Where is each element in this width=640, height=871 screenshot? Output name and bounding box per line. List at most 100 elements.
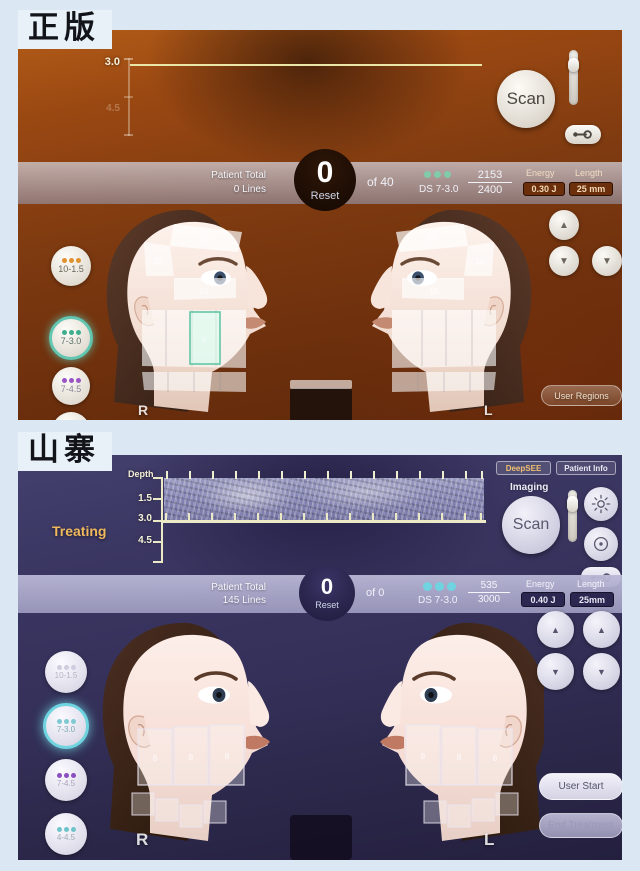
genuine-transducer-7-4-5[interactable]: 7-4.5 (52, 367, 90, 405)
fake-line-counter: 0 (320, 574, 334, 599)
fake-length-label: Length (577, 579, 605, 589)
fake-transducer-7-3-0[interactable]: 7-3.0 (43, 703, 89, 749)
genuine-badge: 正版 (18, 10, 112, 49)
fake-depth-title: Depth (128, 469, 154, 479)
genuine-patient-total-label: Patient Total (211, 170, 266, 181)
svg-text:10: 10 (476, 257, 485, 266)
genuine-depth-label-3: 3.0 (104, 56, 120, 68)
fake-depth-tick-1: 1.5 (138, 493, 152, 504)
fake-transducer-readout: DS 7-3.0 (418, 595, 458, 606)
fake-face-diagram: 8 8 8 8 8 8 (94, 615, 544, 860)
genuine-screen-surface: 3.0 4.5 Scan Patient Total 0 Lines of 40… (18, 30, 622, 420)
genuine-treatment-line (130, 64, 482, 66)
genuine-line-counter: 0 (316, 156, 334, 189)
fake-imaging-label: Imaging (510, 482, 549, 493)
genuine-of-total: of 40 (367, 175, 394, 189)
fake-transducer-7-3-0-label: 7-3.0 (56, 724, 76, 734)
fake-lines-max: 3000 (477, 594, 501, 605)
svg-text:15: 15 (430, 287, 439, 296)
fake-transducer-7-4-5-label: 7-4.5 (56, 778, 76, 788)
fake-transducer-7-4-5[interactable]: 7-4.5 (45, 759, 87, 801)
svg-text:8: 8 (153, 754, 158, 763)
genuine-transducer-7-3-0[interactable]: 7-3.0 (49, 316, 93, 360)
fake-transducer-10-1-5[interactable]: 10-1.5 (45, 651, 87, 693)
brightness-icon[interactable] (584, 487, 618, 521)
genuine-length-value[interactable]: 25 mm (569, 182, 613, 196)
genuine-arrow-up-button[interactable]: ▲ (549, 210, 579, 240)
fake-arrow-up-button-left[interactable]: ▲ (537, 611, 574, 648)
fake-user-start-button[interactable]: User Start (539, 773, 622, 800)
genuine-transducer-status-dots (424, 171, 451, 178)
genuine-patient-total: Patient Total 0 Lines (168, 169, 266, 197)
fake-gain-slider[interactable] (567, 490, 578, 542)
genuine-transducer-10-1-5[interactable]: 10-1.5 (51, 246, 91, 286)
genuine-energy-value[interactable]: 0.30 J (523, 182, 565, 196)
fake-side-letter-r: R (136, 830, 149, 849)
genuine-device-screen: 3.0 4.5 Scan Patient Total 0 Lines of 40… (18, 30, 622, 420)
fake-lines-fraction: 535 3000 (468, 580, 510, 605)
wrench-icon[interactable] (565, 125, 601, 144)
genuine-lines-max: 2400 (477, 184, 503, 196)
fake-screen-surface: DeepSEE Patient Info Treating Depth 1.5 … (18, 455, 622, 860)
fake-energy-label: Energy (526, 579, 555, 589)
fake-transducer-4-4-5-label: 4-4.5 (56, 832, 76, 842)
fake-depth-tick-3: 4.5 (138, 535, 152, 546)
svg-text:8: 8 (421, 752, 426, 761)
genuine-user-regions-button[interactable]: User Regions (541, 385, 622, 406)
genuine-lines-used: 2153 (468, 169, 512, 183)
fake-transducer-10-1-5-label: 10-1.5 (54, 670, 78, 680)
svg-text:10: 10 (154, 257, 163, 266)
svg-text:8: 8 (189, 753, 194, 762)
fake-arrow-up-button-right[interactable]: ▲ (583, 611, 620, 648)
genuine-transducer-7-3-0-label: 7-3.0 (60, 336, 82, 346)
svg-text:8: 8 (493, 754, 498, 763)
genuine-patient-total-value: 0 Lines (233, 184, 266, 195)
fake-reset-label: Reset (315, 600, 339, 610)
fake-energy-value[interactable]: 0.40 J (521, 592, 565, 607)
genuine-length-label: Length (575, 168, 603, 178)
comparison-page: 正版 3.0 4.5 Scan Patient Total 0 Lines of… (0, 0, 640, 871)
genuine-scan-button[interactable]: Scan (497, 70, 555, 128)
fake-patient-total: Patient Total 145 Lines (166, 581, 266, 607)
fake-depth-tick-2: 3.0 (138, 513, 152, 524)
fake-transducer-status-dots (423, 582, 456, 591)
fake-upper-tick-marks (164, 471, 484, 479)
genuine-arrow-down-button-left[interactable]: ▼ (549, 246, 579, 276)
fake-treatment-line (161, 513, 486, 523)
svg-text:25: 25 (428, 235, 437, 244)
genuine-side-letter-l: L (484, 402, 493, 418)
genuine-depth-label-45: 4.5 (106, 103, 120, 114)
genuine-transducer-4-4-5[interactable]: 4-4.5 (52, 412, 90, 420)
genuine-transducer-7-4-5-label: 7-4.5 (60, 384, 82, 394)
genuine-gain-slider[interactable] (568, 50, 579, 105)
genuine-transducer-10-1-5-label: 10-1.5 (58, 264, 84, 274)
fake-arrow-down-button-left[interactable]: ▼ (537, 653, 574, 690)
svg-text:25: 25 (202, 235, 211, 244)
genuine-transducer-readout: DS 7-3.0 (419, 184, 459, 195)
genuine-lines-fraction: 2153 2400 (468, 169, 512, 196)
fake-of-total: of 0 (366, 587, 385, 599)
svg-text:8: 8 (457, 753, 462, 762)
svg-text:15: 15 (200, 287, 209, 296)
genuine-reset-label: Reset (310, 190, 340, 202)
fake-transducer-4-4-5[interactable]: 4-4.5 (45, 813, 87, 855)
genuine-reset-button[interactable]: 0 Reset (294, 149, 356, 211)
svg-text:0: 0 (202, 337, 206, 344)
fake-patient-total-label: Patient Total (211, 582, 266, 593)
fake-end-treatment-button[interactable]: End Treatment (539, 813, 622, 838)
genuine-depth-ruler (124, 58, 133, 136)
genuine-face-diagram: 25 10 15 0 25 10 15 (104, 204, 534, 420)
fake-arrow-down-button-right[interactable]: ▼ (583, 653, 620, 690)
contrast-icon[interactable] (584, 527, 618, 561)
fake-badge: 山寨 (18, 432, 112, 471)
counterfeit-device-screen: DeepSEE Patient Info Treating Depth 1.5 … (18, 455, 622, 860)
fake-lines-used: 535 (468, 580, 510, 593)
genuine-side-letter-r: R (138, 402, 149, 418)
genuine-energy-label: Energy (526, 168, 555, 178)
genuine-arrow-down-button-right[interactable]: ▼ (592, 246, 622, 276)
svg-text:8: 8 (225, 752, 230, 761)
fake-reset-button[interactable]: 0 Reset (299, 565, 355, 621)
fake-length-value[interactable]: 25mm (570, 592, 614, 607)
fake-patient-total-value: 145 Lines (222, 595, 266, 606)
fake-scan-button[interactable]: Scan (502, 496, 560, 554)
